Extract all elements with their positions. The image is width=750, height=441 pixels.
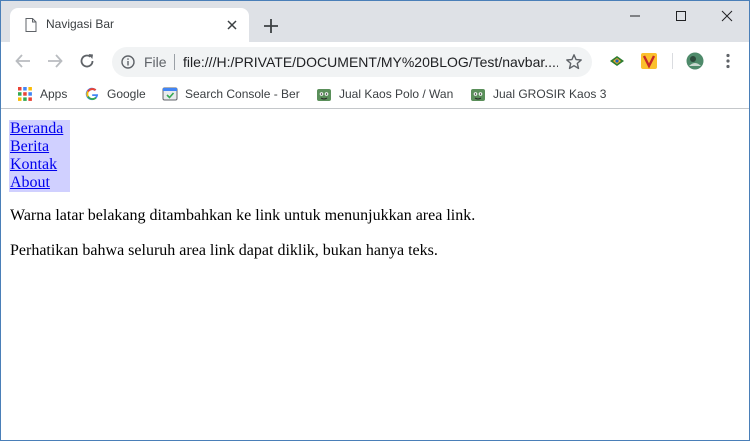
- minimize-icon: [630, 15, 640, 17]
- menu-icon[interactable]: [719, 52, 737, 70]
- search-console-icon: [162, 87, 178, 101]
- bookmark-label: Search Console - Ber: [185, 87, 300, 101]
- bookmark-label: Apps: [40, 87, 68, 101]
- document-icon: [25, 18, 37, 32]
- nav-link-about[interactable]: About: [9, 174, 70, 192]
- bookmark-google[interactable]: Google: [84, 86, 154, 102]
- google-icon: [85, 87, 99, 101]
- nav-item: About: [9, 174, 70, 192]
- close-window-button[interactable]: [704, 1, 749, 31]
- reload-icon[interactable]: [78, 52, 96, 70]
- bookmark-kaos-polo[interactable]: Jual Kaos Polo / Wan: [316, 86, 456, 102]
- close-window-icon: [721, 10, 733, 22]
- paragraph-2: Perhatikan bahwa seluruh area link dapat…: [10, 242, 438, 259]
- bookmarks-bar: Apps Google Search Console - Ber Jual Ka…: [1, 80, 749, 109]
- back-icon[interactable]: [14, 52, 32, 70]
- url-text[interactable]: file:///H:/PRIVATE/DOCUMENT/MY%20BLOG/Te…: [183, 54, 558, 70]
- bookmark-apps[interactable]: Apps: [17, 86, 77, 102]
- profile-avatar-icon[interactable]: [686, 52, 704, 70]
- v-extension-icon[interactable]: [640, 52, 658, 70]
- scheme-label: File: [144, 54, 167, 70]
- apps-grid-icon: [18, 87, 32, 101]
- nav-item: Beranda: [9, 120, 70, 138]
- nav-list: Beranda Berita Kontak About: [9, 120, 70, 192]
- minimize-button[interactable]: [612, 1, 658, 31]
- bookmark-label: Jual GROSIR Kaos 3D: [493, 87, 606, 101]
- forward-icon[interactable]: [46, 52, 64, 70]
- omnibox-separator: [174, 54, 175, 70]
- paragraph-1: Warna latar belakang ditambahkan ke link…: [10, 207, 476, 224]
- toolbar-separator: [672, 53, 673, 69]
- tab-strip: Navigasi Bar: [1, 1, 749, 42]
- address-bar[interactable]: File file:///H:/PRIVATE/DOCUMENT/MY%20BL…: [112, 47, 592, 77]
- nav-link-kontak[interactable]: Kontak: [9, 156, 70, 174]
- page-content: Beranda Berita Kontak About Warna latar …: [1, 110, 749, 440]
- close-tab-icon[interactable]: [226, 19, 238, 31]
- browser-window: Navigasi Bar File file:///H:/PRIVATE/DOC…: [0, 0, 750, 441]
- shop-icon: [317, 89, 331, 101]
- nav-item: Kontak: [9, 156, 70, 174]
- tab-title: Navigasi Bar: [46, 17, 115, 31]
- shop-icon: [471, 89, 485, 101]
- download-manager-extension-icon[interactable]: [608, 52, 626, 70]
- bookmark-search-console[interactable]: Search Console - Ber: [162, 86, 304, 102]
- info-icon[interactable]: [121, 55, 135, 69]
- maximize-icon: [676, 11, 686, 21]
- nav-link-beranda[interactable]: Beranda: [9, 120, 70, 138]
- maximize-button[interactable]: [658, 1, 704, 31]
- nav-link-berita[interactable]: Berita: [9, 138, 70, 156]
- browser-tab[interactable]: Navigasi Bar: [10, 8, 249, 42]
- bookmark-star-icon[interactable]: [565, 53, 583, 71]
- bookmark-grosir-kaos[interactable]: Jual GROSIR Kaos 3D: [470, 86, 606, 102]
- bookmark-label: Google: [107, 87, 146, 101]
- nav-item: Berita: [9, 138, 70, 156]
- bookmark-label: Jual Kaos Polo / Wan: [339, 87, 454, 101]
- new-tab-icon[interactable]: [263, 18, 279, 34]
- toolbar: File file:///H:/PRIVATE/DOCUMENT/MY%20BL…: [1, 42, 749, 80]
